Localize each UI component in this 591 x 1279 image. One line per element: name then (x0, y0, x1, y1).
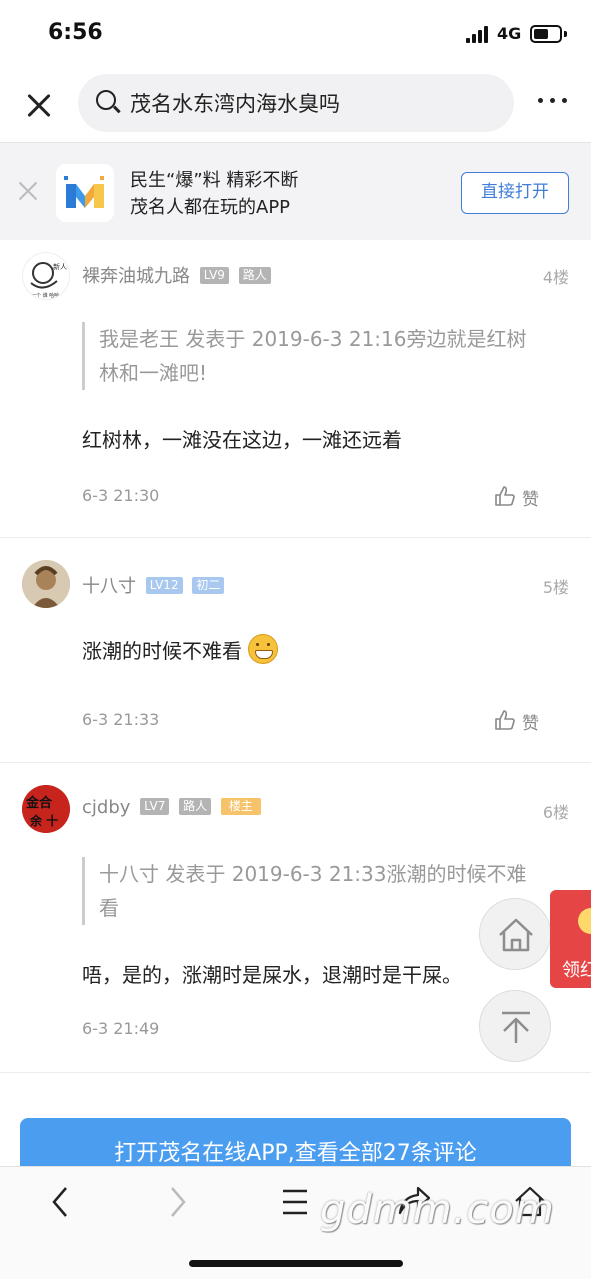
rank-badge: 路人 (179, 798, 212, 815)
author-line: 裸奔油城九路 LV9 路人 (82, 262, 271, 288)
thread-owner-badge: 楼主 (220, 798, 261, 815)
avatar[interactable]: 新人 一个 谁 哈哈 (22, 252, 70, 300)
app-promo-banner: 民生“爆”料 精彩不断 茂名人都在玩的APP 直接打开 (0, 142, 591, 240)
watermark: gdmm.com (320, 1187, 555, 1233)
battery-icon (530, 25, 562, 43)
svg-text:新人: 新人 (53, 262, 67, 271)
floor-number: 6楼 (542, 803, 569, 822)
network-label: 4G (497, 24, 522, 43)
floor-number: 5楼 (542, 578, 569, 597)
home-icon (499, 918, 533, 952)
top-nav-bar: 茂名水东湾内海水臭吗 (0, 68, 591, 140)
red-packet-label: 领红 (562, 960, 591, 981)
like-button[interactable]: 赞 (494, 484, 554, 510)
like-label: 赞 (522, 714, 539, 734)
grin-emoji-icon (248, 634, 279, 664)
svg-text:金合: 金合 (25, 795, 53, 811)
arrow-up-icon (502, 1011, 530, 1043)
svg-text:一个 谁 哈哈: 一个 谁 哈哈 (31, 292, 59, 299)
level-badge: LV7 (140, 798, 170, 815)
search-icon (96, 90, 121, 114)
reply-time: 6-3 21:49 (82, 1019, 160, 1038)
status-time: 6:56 (48, 20, 103, 45)
like-button[interactable]: 赞 (494, 708, 554, 734)
rank-badge: 路人 (238, 267, 271, 284)
quoted-reply: 十八寸 发表于 2019-6-3 21:33涨潮的时候不难看 (82, 857, 542, 925)
browser-toolbar: gdmm.com (0, 1166, 591, 1279)
signal-icon (466, 26, 490, 43)
like-label: 赞 (522, 490, 539, 510)
search-query: 茂名水东湾内海水臭吗 (130, 92, 340, 116)
promo-subtitle: 茂名人都在玩的APP (130, 197, 291, 218)
menu-icon[interactable] (280, 1185, 310, 1219)
promo-close-icon[interactable] (16, 179, 40, 203)
author-name[interactable]: 裸奔油城九路 (82, 266, 190, 287)
close-icon[interactable] (22, 88, 56, 122)
author-name[interactable]: cjdby (82, 797, 130, 818)
level-badge: LV9 (199, 267, 229, 284)
home-indicator (189, 1260, 403, 1267)
back-to-top-button[interactable] (479, 990, 551, 1062)
avatar[interactable] (22, 560, 70, 608)
open-directly-button[interactable]: 直接打开 (461, 172, 569, 214)
search-input[interactable]: 茂名水东湾内海水臭吗 (78, 74, 514, 132)
reply-item: 十八寸 LV12 初二 5楼 涨潮的时候不难看 6-3 21:33 赞 (0, 538, 591, 763)
home-float-button[interactable] (479, 898, 551, 970)
reply-content: 涨潮的时候不难看 (82, 634, 279, 664)
forward-icon[interactable] (162, 1185, 192, 1219)
more-options-icon[interactable] (536, 98, 570, 108)
coin-icon (578, 908, 591, 934)
reply-content: 唔，是的，涨潮时是屎水，退潮时是干屎。 (82, 963, 462, 987)
promo-title: 民生“爆”料 精彩不断 (130, 170, 299, 191)
svg-text:余 十: 余 十 (29, 813, 58, 828)
author-line: 十八寸 LV12 初二 (82, 572, 225, 598)
rank-badge: 初二 (192, 577, 225, 594)
thumbs-up-icon (495, 486, 515, 506)
reply-time: 6-3 21:33 (82, 710, 160, 729)
reply-time: 6-3 21:30 (82, 486, 160, 505)
back-icon[interactable] (46, 1185, 76, 1219)
author-line: cjdby LV7 路人 楼主 (82, 797, 261, 818)
reply-content: 红树林，一滩没在这边，一滩还远着 (82, 428, 402, 452)
floor-number: 4楼 (542, 268, 569, 287)
red-packet-button[interactable]: 领红 (550, 890, 591, 988)
level-badge: LV12 (145, 577, 183, 594)
reply-item: 新人 一个 谁 哈哈 裸奔油城九路 LV9 路人 4楼 我是老王 发表于 201… (0, 240, 591, 538)
app-logo (56, 164, 114, 222)
author-name[interactable]: 十八寸 (82, 576, 136, 597)
status-bar: 6:56 4G (0, 0, 591, 68)
avatar[interactable]: 金合 余 十 (22, 785, 70, 833)
thumbs-up-icon (495, 710, 515, 730)
quoted-reply: 我是老王 发表于 2019-6-3 21:16旁边就是红树林和一滩吧! (82, 322, 542, 390)
